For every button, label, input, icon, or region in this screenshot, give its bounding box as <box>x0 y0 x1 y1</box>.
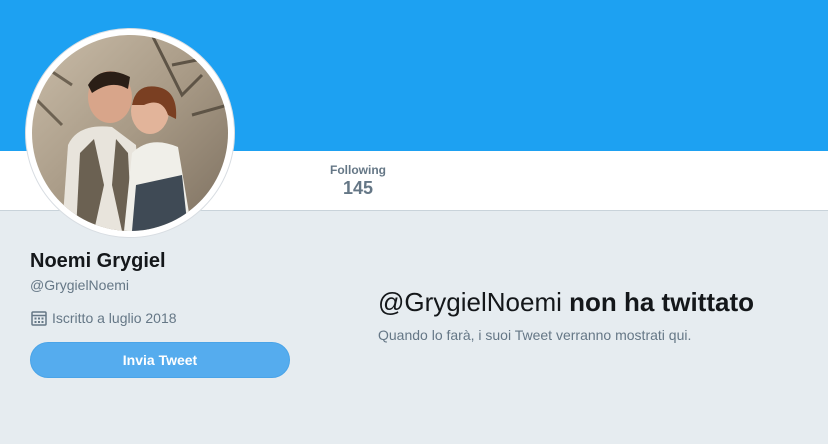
empty-state-title: @GrygielNoemi non ha twittato <box>378 287 754 318</box>
joined-date: Iscritto a luglio 2018 <box>30 309 177 327</box>
joined-text: Iscritto a luglio 2018 <box>52 310 177 326</box>
profile-handle[interactable]: @GrygielNoemi <box>30 277 129 293</box>
empty-state-handle: @GrygielNoemi <box>378 287 562 317</box>
profile-photo <box>32 35 228 231</box>
calendar-icon <box>30 309 48 327</box>
profile-photo-image <box>32 35 228 231</box>
send-tweet-button[interactable]: Invia Tweet <box>30 342 290 378</box>
following-stat[interactable]: Following 145 <box>318 163 398 199</box>
following-count: 145 <box>342 178 374 198</box>
calendar-icon-glyph <box>31 311 47 326</box>
profile-name[interactable]: Noemi Grygiel <box>30 250 166 273</box>
following-label: Following <box>330 163 386 177</box>
empty-state-subtitle: Quando lo farà, i suoi Tweet verranno mo… <box>378 327 692 343</box>
avatar[interactable] <box>25 28 235 238</box>
empty-state-title-rest: non ha twittato <box>569 287 754 317</box>
